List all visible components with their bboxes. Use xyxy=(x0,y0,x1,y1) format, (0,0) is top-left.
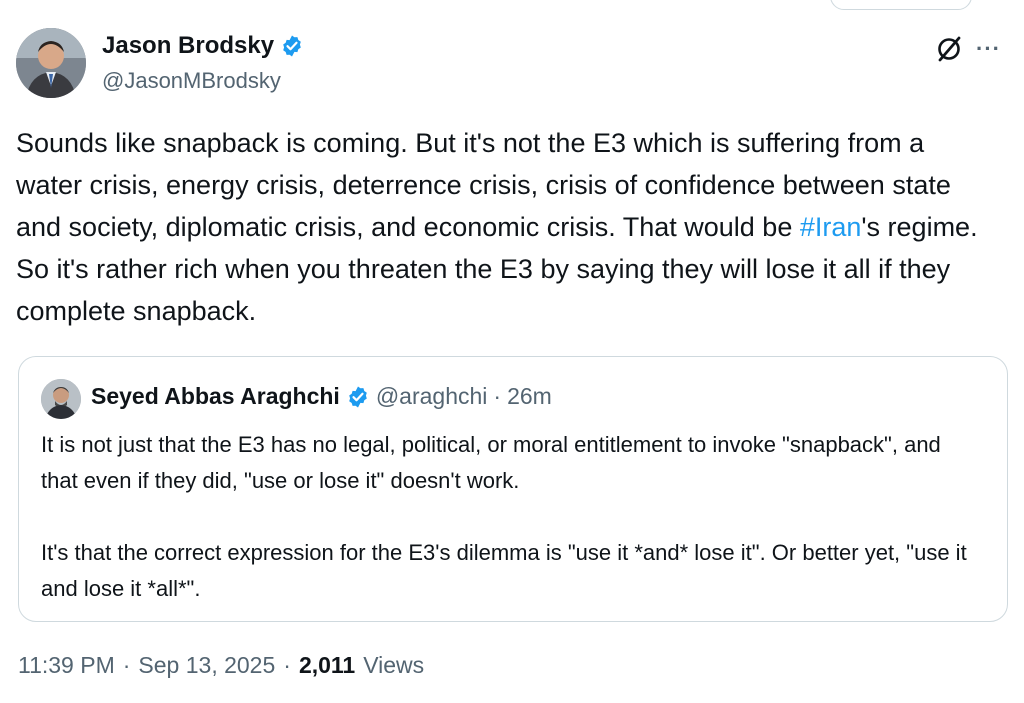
author-avatar[interactable] xyxy=(16,28,86,98)
hashtag-link[interactable]: #Iran xyxy=(800,212,862,242)
tweet-meta: 11:39 PM · Sep 13, 2025 · 2,011 Views xyxy=(18,652,424,679)
quote-text: It is not just that the E3 has no legal,… xyxy=(41,432,967,601)
tweet-time[interactable]: 11:39 PM xyxy=(18,652,115,679)
verified-badge-icon xyxy=(283,35,301,57)
author-name-row: Jason Brodsky xyxy=(102,32,304,60)
quote-header: Seyed Abbas Araghchi @araghchi · 26m xyxy=(91,383,552,410)
views-label: Views xyxy=(363,652,425,678)
views-count: 2,011 xyxy=(298,652,356,678)
quoted-tweet[interactable]: Seyed Abbas Araghchi @araghchi · 26m It … xyxy=(18,356,1008,622)
dot-separator: · xyxy=(493,383,502,409)
tweet-header: Jason Brodsky @JasonMBrodsky ··· xyxy=(16,28,1006,108)
quote-author-name: Seyed Abbas Araghchi xyxy=(91,383,340,409)
dot-separator: · xyxy=(283,652,291,678)
author-name[interactable]: Jason Brodsky xyxy=(102,32,274,60)
tweet-body: Sounds like snapback is coming. But it's… xyxy=(16,122,996,332)
dot-separator: · xyxy=(122,652,131,678)
tweet-date[interactable]: Sep 13, 2025 xyxy=(138,652,275,679)
quote-time: 26m xyxy=(507,383,552,409)
top-pill-button[interactable] xyxy=(830,0,972,10)
quote-author-handle: @araghchi xyxy=(375,383,488,409)
verified-badge-icon xyxy=(349,386,367,407)
quote-author-avatar xyxy=(41,379,81,419)
more-options-icon[interactable]: ··· xyxy=(976,36,1001,62)
grok-icon[interactable] xyxy=(934,34,964,64)
author-handle[interactable]: @JasonMBrodsky xyxy=(102,68,281,94)
